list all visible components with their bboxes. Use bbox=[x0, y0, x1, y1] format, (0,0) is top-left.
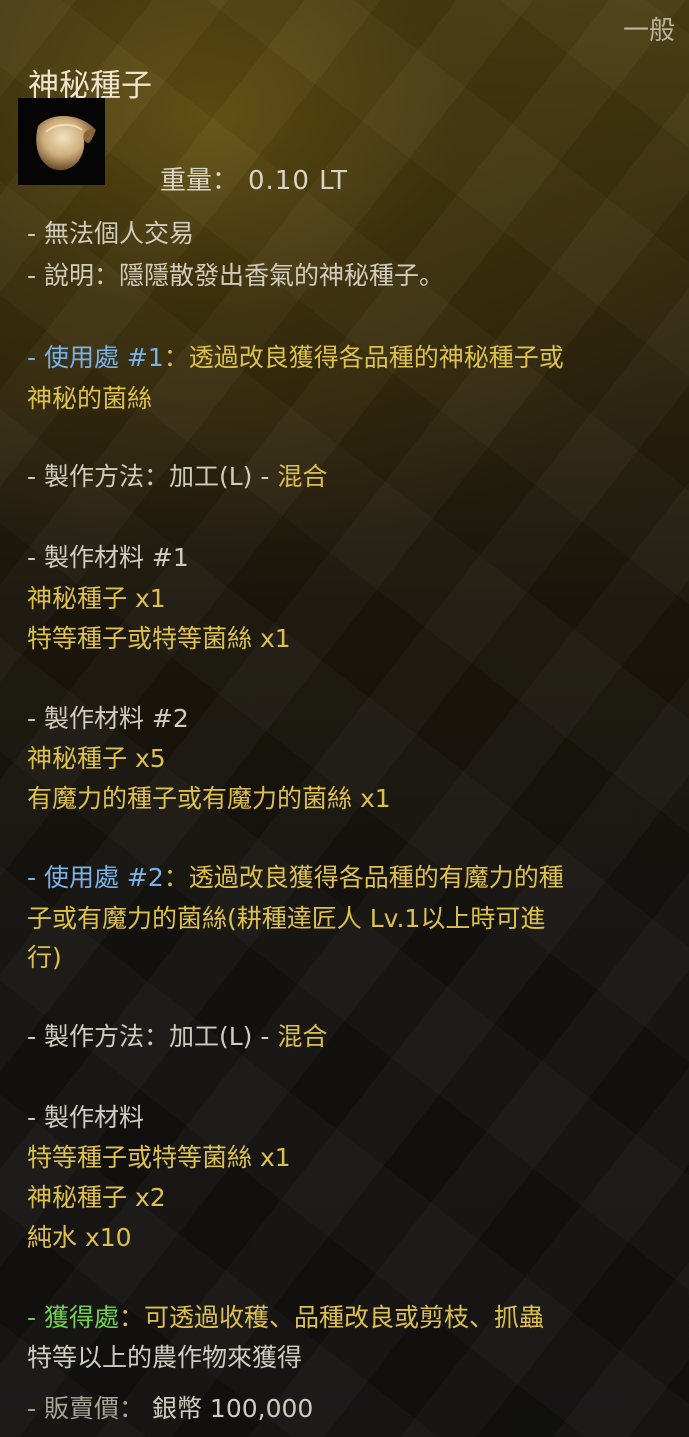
item-tooltip: 一般 神秘種子 重量： 0.10 LT - 無法個人交易 - 說明：隱隱散發出香氣… bbox=[0, 0, 689, 1437]
crafting-method-2: - 製作方法：加工(L) - 混合 bbox=[27, 1017, 327, 1053]
usage-2-line-1: - 使用處 #2：透過改良獲得各品種的有魔力的種 bbox=[27, 858, 564, 894]
usage-2-text: ：透過改良獲得各品種的有魔力的種 bbox=[163, 863, 564, 892]
sell-price: - 販賣價： 銀幣 100,000 bbox=[27, 1389, 313, 1425]
materials-3-item: 神秘種子 x2 bbox=[27, 1183, 166, 1212]
obtain-line-1: - 獲得處：可透過收穫、品種改良或剪枝、抓蟲 bbox=[27, 1298, 544, 1334]
materials-1-item: 特等種子或特等菌絲 x1 bbox=[27, 624, 291, 653]
obtain-prefix: - 獲得處 bbox=[27, 1303, 119, 1332]
materials-2-header: - 製作材料 #2 bbox=[27, 704, 189, 733]
crafting-method-2-value: 混合 bbox=[277, 1022, 328, 1051]
materials-1-item: 神秘種子 x1 bbox=[27, 584, 166, 613]
usage-2-prefix: - 使用處 #2 bbox=[27, 863, 164, 892]
crafting-method-2-label: - 製作方法：加工(L) - bbox=[27, 1022, 278, 1051]
materials-3-item: 特等種子或特等菌絲 x1 bbox=[27, 1143, 291, 1172]
crafting-method-1-value: 混合 bbox=[277, 462, 328, 491]
materials-1-header: - 製作材料 #1 bbox=[27, 543, 189, 572]
usage-1-line-1: - 使用處 #1：透過改良獲得各品種的神秘種子或 bbox=[27, 338, 564, 374]
item-icon-slot[interactable] bbox=[18, 98, 105, 185]
item-description: - 說明：隱隱散發出香氣的神秘種子。 bbox=[27, 261, 444, 290]
materials-2-item: 神秘種子 x5 bbox=[27, 744, 166, 773]
weight-label: 重量： bbox=[160, 166, 239, 196]
materials-2-item: 有魔力的種子或有魔力的菌絲 x1 bbox=[27, 784, 391, 813]
materials-3-item: 純水 x10 bbox=[27, 1223, 132, 1252]
sell-price-value: 銀幣 100,000 bbox=[151, 1394, 314, 1423]
sell-price-label: - 販賣價： bbox=[27, 1394, 144, 1423]
item-grade: 一般 bbox=[622, 16, 675, 46]
item-weight: 重量： 0.10 LT bbox=[160, 160, 348, 197]
obtain-text: ：可透過收穫、品種改良或剪枝、抓蟲 bbox=[118, 1303, 544, 1332]
untradeable-note: - 無法個人交易 bbox=[27, 219, 194, 248]
obtain-line-2: 特等以上的農作物來獲得 bbox=[27, 1343, 303, 1372]
usage-1-prefix: - 使用處 #1 bbox=[27, 343, 164, 372]
weight-value: 0.10 LT bbox=[248, 166, 348, 196]
usage-2-line-2: 子或有魔力的菌絲(耕種達匠人 Lv.1以上時可進 bbox=[27, 904, 546, 933]
crafting-method-1-label: - 製作方法：加工(L) - bbox=[27, 462, 278, 491]
crafting-method-1: - 製作方法：加工(L) - 混合 bbox=[27, 457, 327, 493]
usage-1-line-2: 神秘的菌絲 bbox=[27, 384, 153, 413]
materials-3-header: - 製作材料 bbox=[27, 1103, 144, 1132]
mysterious-seed-icon bbox=[36, 115, 96, 171]
usage-1-text: ：透過改良獲得各品種的神秘種子或 bbox=[163, 343, 564, 372]
usage-2-line-3: 行) bbox=[27, 943, 62, 972]
